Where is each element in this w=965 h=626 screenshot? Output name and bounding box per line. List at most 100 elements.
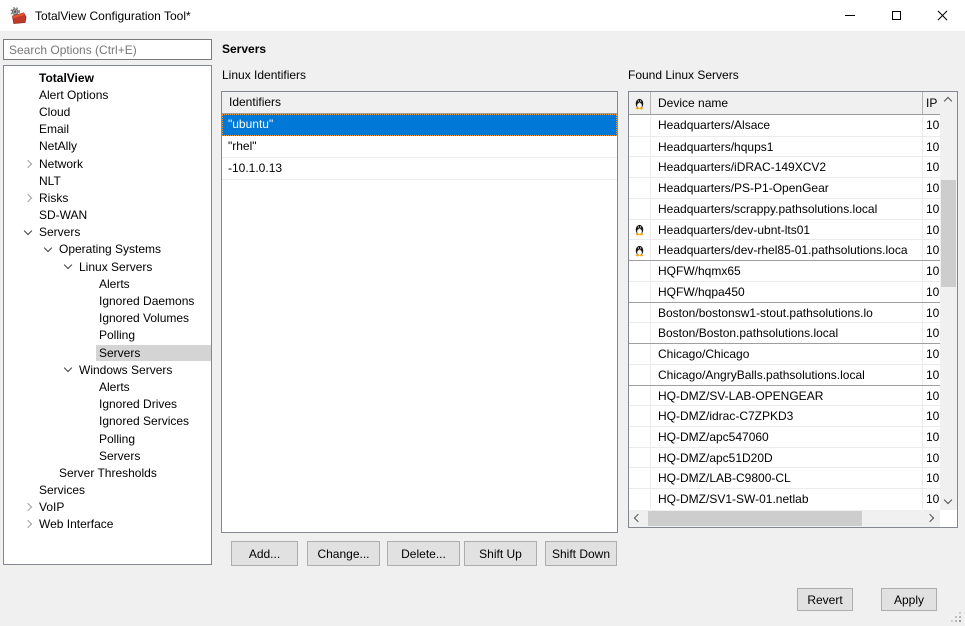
apply-button[interactable]: Apply <box>881 588 937 611</box>
server-row[interactable]: HQ-DMZ/LAB-C9800-CL10 <box>629 467 940 488</box>
change-button[interactable]: Change... <box>307 541 380 566</box>
icon-cell <box>629 178 651 198</box>
server-row[interactable]: HQ-DMZ/SV-LAB-OPENGEAR10 <box>629 385 940 406</box>
tree-item-sd-wan[interactable]: SD-WAN <box>4 207 211 224</box>
tree-item-netally[interactable]: NetAlly <box>4 138 211 155</box>
tree-item-services[interactable]: Services <box>4 482 211 499</box>
icon-cell <box>629 468 651 488</box>
server-row[interactable]: HQ-DMZ/SV1-SW-01.netlab10 <box>629 488 940 509</box>
tux-icon <box>633 244 646 257</box>
tree-item-alert-options[interactable]: Alert Options <box>4 86 211 103</box>
tree-item-ignored-services[interactable]: Ignored Services <box>4 413 211 430</box>
chevron-collapsed-icon[interactable] <box>22 157 36 171</box>
close-button[interactable] <box>919 0 965 31</box>
server-row[interactable]: HQFW/hqpa45010 <box>629 281 940 302</box>
server-row[interactable]: HQ-DMZ/apc54706010 <box>629 426 940 447</box>
scroll-right-button[interactable] <box>924 510 940 527</box>
tree-item-network[interactable]: Network <box>4 155 211 172</box>
tree-item-cloud[interactable]: Cloud <box>4 103 211 120</box>
horizontal-scrollbar-thumb[interactable] <box>648 511 862 526</box>
chevron-expanded-icon[interactable] <box>62 363 76 377</box>
tree-item-ignored-daemons[interactable]: Ignored Daemons <box>4 292 211 309</box>
scroll-left-button[interactable] <box>629 510 645 527</box>
server-row[interactable]: Headquarters/iDRAC-149XCV210 <box>629 156 940 177</box>
server-row[interactable]: Boston/bostonsw1-stout.pathsolutions.lo1… <box>629 302 940 323</box>
server-row[interactable]: Chicago/AngryBalls.pathsolutions.local10 <box>629 364 940 385</box>
tree-item-operating-systems[interactable]: Operating Systems <box>4 241 211 258</box>
tree-item-label: Servers <box>96 345 211 361</box>
delete-button[interactable]: Delete... <box>387 541 460 566</box>
shift-up-button[interactable]: Shift Up <box>464 541 537 566</box>
chevron-expanded-icon[interactable] <box>62 260 76 274</box>
resize-grip[interactable] <box>951 612 961 622</box>
vertical-scrollbar[interactable] <box>940 92 957 510</box>
server-row[interactable]: Chicago/Chicago10 <box>629 343 940 364</box>
icon-cell <box>629 199 651 219</box>
server-row[interactable]: Headquarters/PS-P1-OpenGear10 <box>629 177 940 198</box>
tree-item-linux-servers[interactable]: Linux Servers <box>4 258 211 275</box>
server-row[interactable]: HQ-DMZ/apc51D20D10 <box>629 447 940 468</box>
maximize-button[interactable] <box>873 0 919 31</box>
server-row[interactable]: Headquarters/dev-rhel85-01.pathsolutions… <box>629 239 940 260</box>
server-row[interactable]: Headquarters/dev-ubnt-lts0110 <box>629 219 940 240</box>
device-name-column-header[interactable]: Device name <box>651 92 923 114</box>
server-row[interactable]: Headquarters/hqups110 <box>629 136 940 157</box>
identifier-row[interactable]: "ubuntu" <box>222 114 617 136</box>
chevron-collapsed-icon[interactable] <box>22 191 36 205</box>
chevron-collapsed-icon[interactable] <box>22 500 36 514</box>
tree-item-alerts[interactable]: Alerts <box>4 275 211 292</box>
tree-item-nlt[interactable]: NLT <box>4 172 211 189</box>
ip-cell: 10 <box>923 406 940 426</box>
server-row[interactable]: Headquarters/scrappy.pathsolutions.local… <box>629 198 940 219</box>
minimize-button[interactable] <box>827 0 873 31</box>
icon-cell <box>629 406 651 426</box>
tree-item-servers[interactable]: Servers <box>4 344 211 361</box>
icon-cell <box>629 282 651 302</box>
tree-item-ignored-drives[interactable]: Ignored Drives <box>4 396 211 413</box>
options-tree[interactable]: TotalViewAlert OptionsCloudEmailNetAllyN… <box>3 65 212 565</box>
revert-button[interactable]: Revert <box>797 588 853 611</box>
chevron-expanded-icon[interactable] <box>22 225 36 239</box>
shift-down-button[interactable]: Shift Down <box>545 541 617 566</box>
identifiers-list[interactable]: Identifiers "ubuntu""rhel"-10.1.0.13 <box>221 91 618 533</box>
tree-item-web-interface[interactable]: Web Interface <box>4 516 211 533</box>
title-bar: TotalView Configuration Tool* <box>0 0 965 31</box>
identifier-row[interactable]: -10.1.0.13 <box>222 158 617 180</box>
device-name-cell: Headquarters/scrappy.pathsolutions.local <box>651 199 923 219</box>
server-row[interactable]: Headquarters/Alsace10 <box>629 115 940 136</box>
tree-item-voip[interactable]: VoIP <box>4 499 211 516</box>
tree-item-ignored-volumes[interactable]: Ignored Volumes <box>4 310 211 327</box>
tree-item-windows-servers[interactable]: Windows Servers <box>4 361 211 378</box>
app-icon <box>9 6 28 25</box>
add-button[interactable]: Add... <box>231 541 298 566</box>
device-name-cell: HQ-DMZ/apc547060 <box>651 427 923 447</box>
scroll-down-button[interactable] <box>940 494 957 510</box>
server-row[interactable]: HQ-DMZ/idrac-C7ZPKD310 <box>629 405 940 426</box>
search-input[interactable] <box>3 39 212 60</box>
scroll-up-button[interactable] <box>940 92 957 108</box>
tree-item-servers[interactable]: Servers <box>4 447 211 464</box>
tree-item-label: Servers <box>36 224 83 240</box>
identifier-row[interactable]: "rhel" <box>222 136 617 158</box>
tree-item-alerts[interactable]: Alerts <box>4 378 211 395</box>
ip-column-header[interactable]: IP <box>923 92 940 114</box>
totalview-configuration-window: TotalView Configuration Tool* TotalViewA… <box>0 0 965 626</box>
ip-cell: 10 <box>923 427 940 447</box>
tree-item-email[interactable]: Email <box>4 121 211 138</box>
vertical-scrollbar-thumb[interactable] <box>941 180 956 287</box>
tux-column-header[interactable] <box>629 92 651 114</box>
tree-item-servers[interactable]: Servers <box>4 224 211 241</box>
found-servers-table[interactable]: Device name IP Headquarters/Alsace10Head… <box>628 91 958 528</box>
identifiers-column-header[interactable]: Identifiers <box>222 92 617 114</box>
server-row[interactable]: HQFW/hqmx6510 <box>629 260 940 281</box>
horizontal-scrollbar[interactable] <box>629 510 940 527</box>
tree-item-totalview[interactable]: TotalView <box>4 69 211 86</box>
tree-item-polling[interactable]: Polling <box>4 327 211 344</box>
chevron-expanded-icon[interactable] <box>42 242 56 256</box>
server-row[interactable]: Boston/Boston.pathsolutions.local10 <box>629 322 940 343</box>
device-name-cell: Headquarters/dev-ubnt-lts01 <box>651 220 923 240</box>
tree-item-server-thresholds[interactable]: Server Thresholds <box>4 464 211 481</box>
tree-item-polling[interactable]: Polling <box>4 430 211 447</box>
chevron-collapsed-icon[interactable] <box>22 517 36 531</box>
tree-item-risks[interactable]: Risks <box>4 189 211 206</box>
